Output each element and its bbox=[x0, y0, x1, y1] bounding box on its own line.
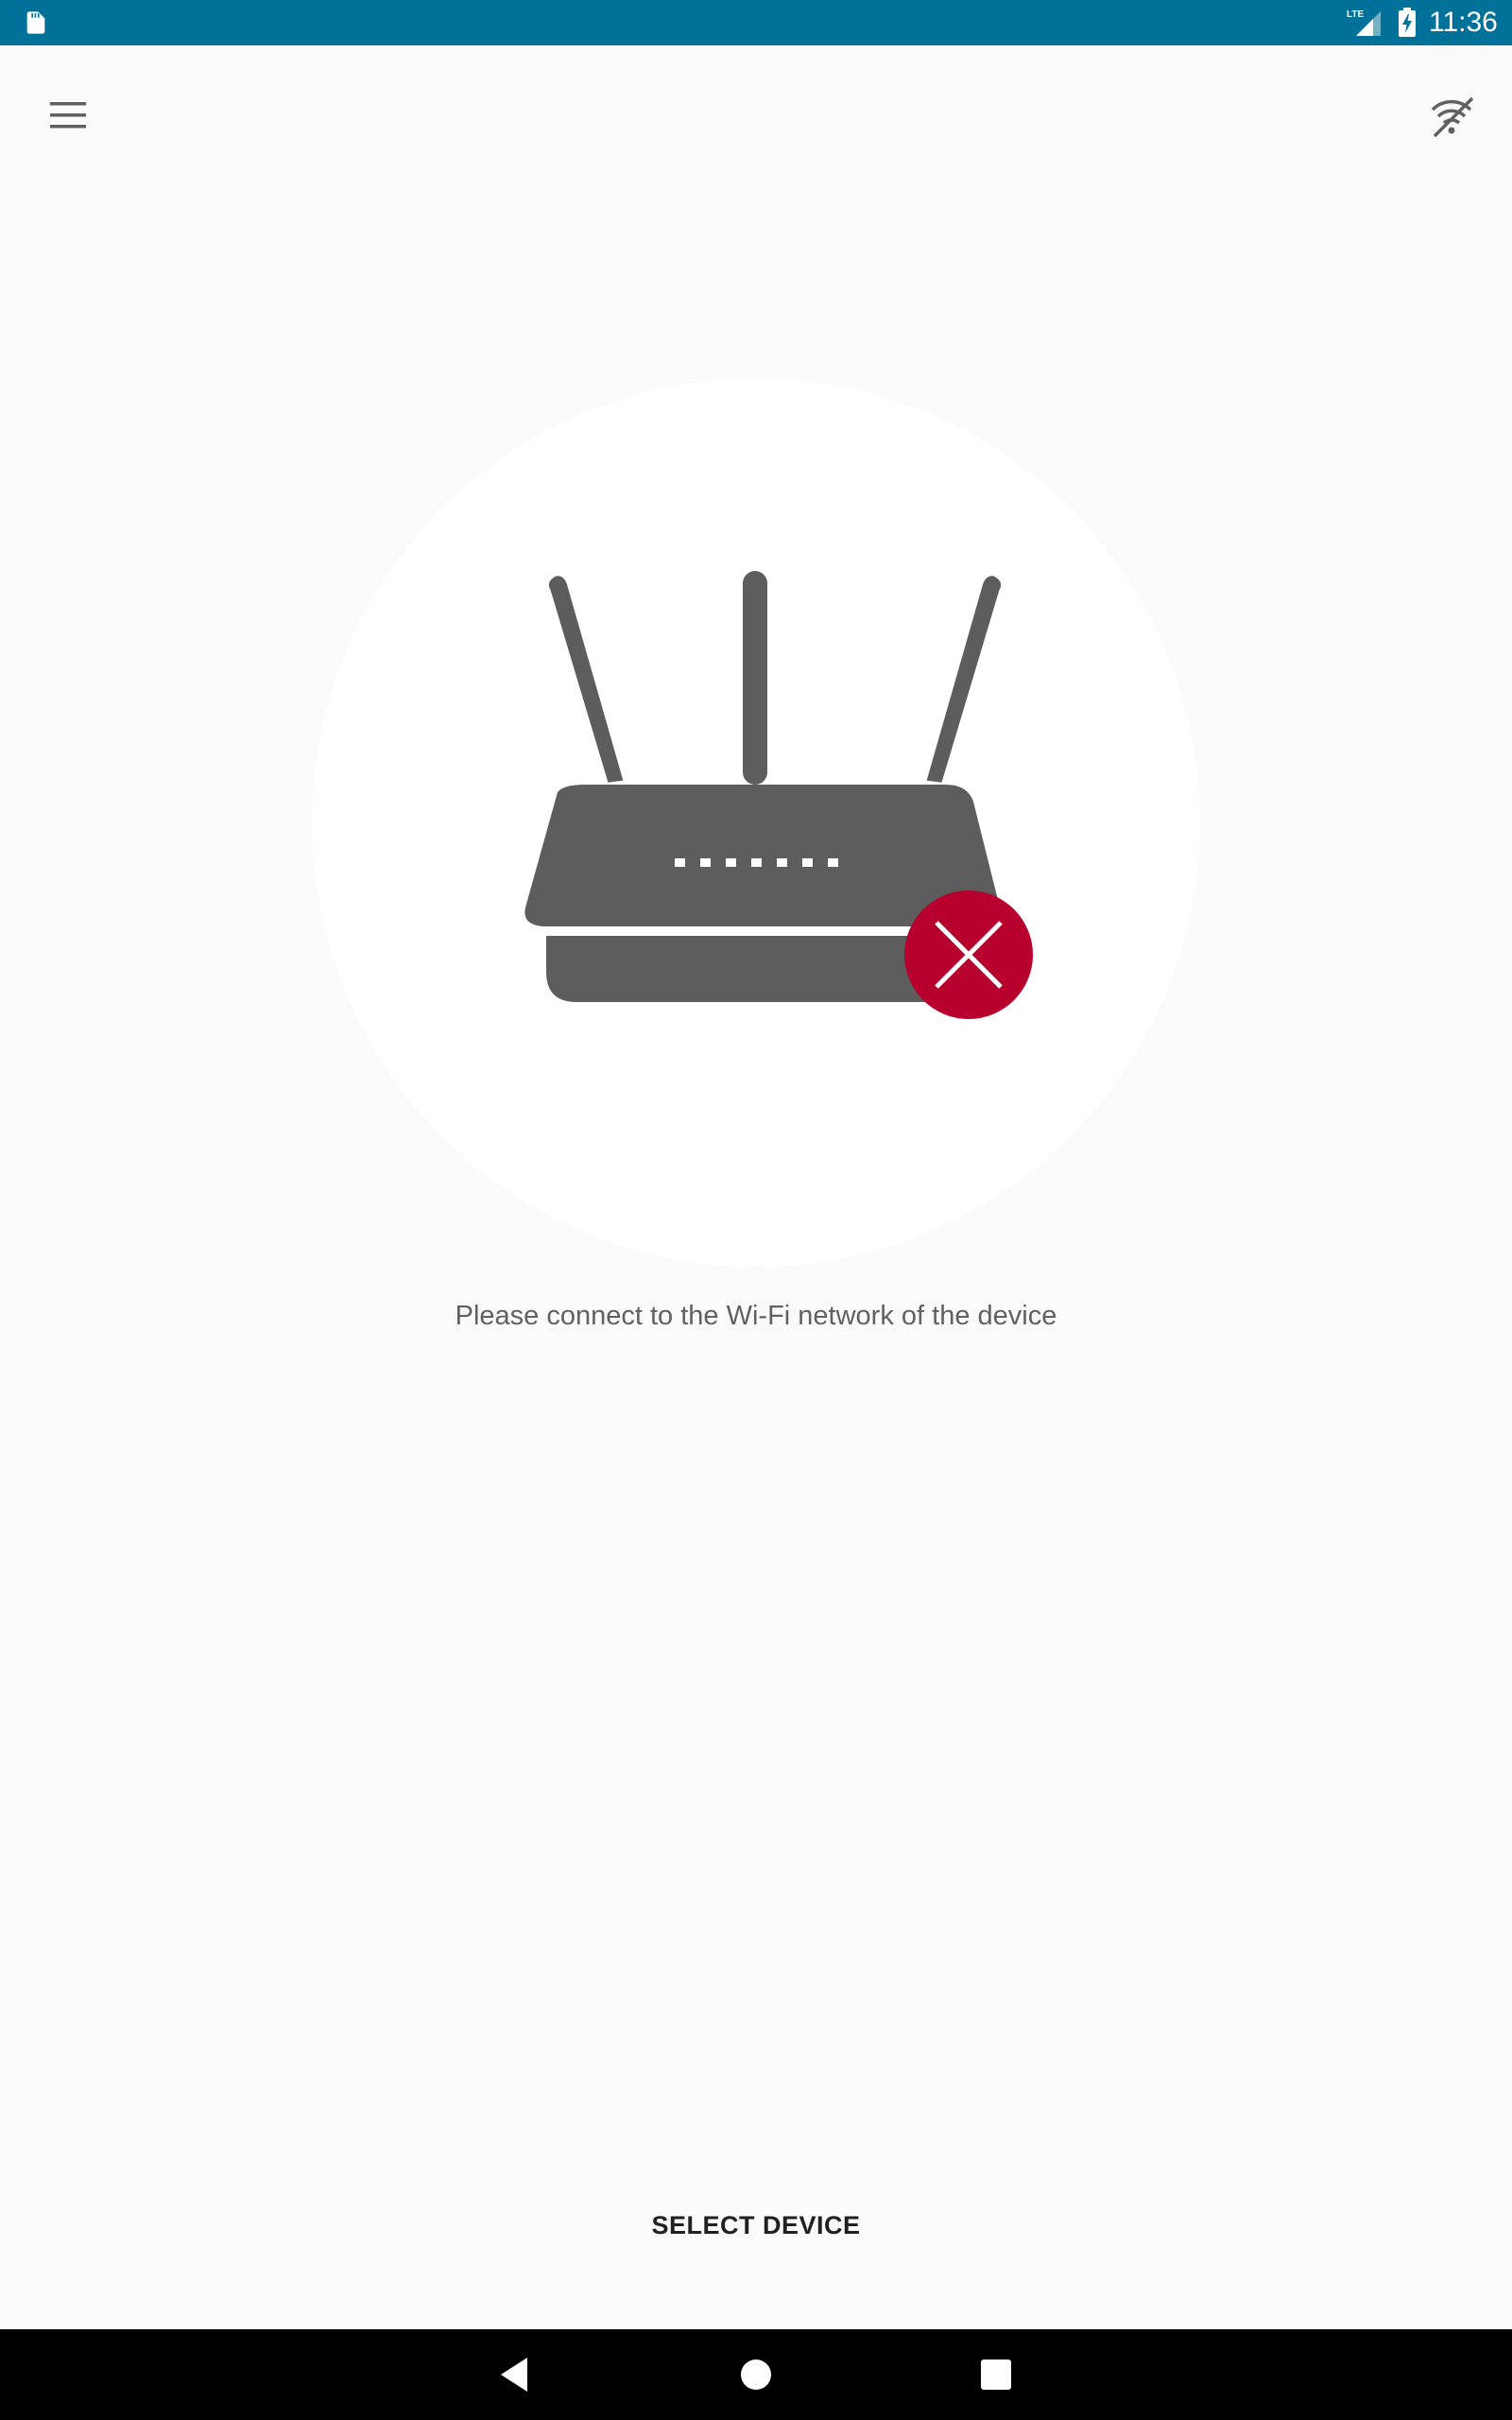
status-time: 11:36 bbox=[1429, 7, 1498, 38]
recents-icon[interactable] bbox=[973, 2352, 1019, 2397]
connect-wifi-message: Please connect to the Wi-Fi network of t… bbox=[455, 1301, 1057, 1331]
home-icon[interactable] bbox=[733, 2352, 779, 2397]
lte-label: LTE bbox=[1347, 9, 1364, 20]
system-navigation-bar bbox=[0, 2329, 1512, 2420]
router-disconnected-illustration bbox=[524, 571, 1033, 1019]
battery-charging-icon bbox=[1399, 8, 1416, 37]
status-bar: LTE 11:36 bbox=[0, 0, 1512, 45]
lte-signal-icon: LTE bbox=[1347, 9, 1381, 36]
wifi-off-icon bbox=[1431, 96, 1474, 138]
select-device-button[interactable]: SELECT DEVICE bbox=[605, 2193, 907, 2257]
wifi-status-button[interactable] bbox=[1418, 81, 1486, 149]
error-badge-icon bbox=[904, 890, 1033, 1019]
back-icon[interactable] bbox=[493, 2352, 539, 2397]
menu-icon bbox=[50, 102, 86, 129]
menu-button[interactable] bbox=[34, 81, 102, 149]
app-bar bbox=[0, 45, 1512, 166]
sd-card-icon bbox=[26, 11, 45, 34]
